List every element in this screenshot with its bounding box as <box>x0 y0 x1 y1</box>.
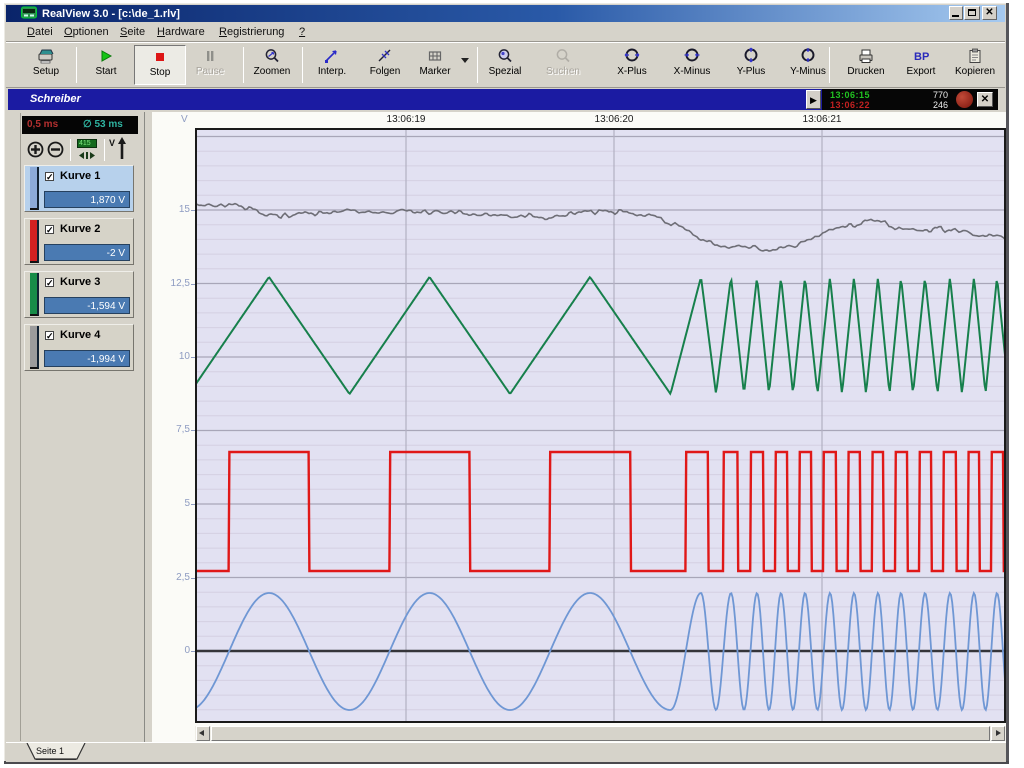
svg-text:BP: BP <box>914 51 929 63</box>
